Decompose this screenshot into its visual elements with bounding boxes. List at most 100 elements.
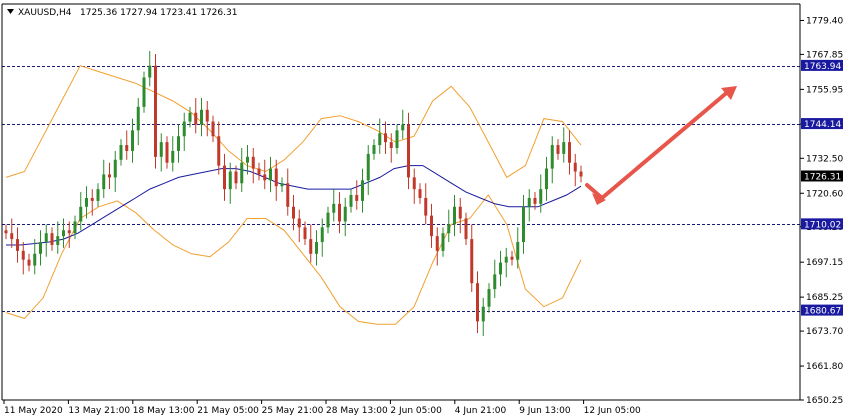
- candle-body: [102, 174, 106, 190]
- candle-body: [579, 171, 583, 177]
- candle-body: [539, 189, 543, 204]
- candle-body: [573, 162, 577, 172]
- price-tick-label: 1767.85: [806, 50, 843, 60]
- candle-body: [384, 133, 387, 143]
- candle-body: [355, 195, 359, 201]
- candle-body: [136, 106, 140, 131]
- candle-body: [297, 218, 301, 228]
- candle-body: [441, 233, 445, 251]
- candle-body: [33, 253, 37, 266]
- candle-body: [223, 165, 226, 190]
- candle-body: [464, 218, 468, 240]
- candle-body: [286, 183, 290, 207]
- candle-body: [142, 77, 146, 107]
- candle-body: [188, 112, 192, 122]
- candle-body: [62, 230, 65, 237]
- candle-body: [200, 109, 203, 125]
- level-price-label: 1680.67: [804, 307, 841, 317]
- candle-body: [372, 145, 376, 154]
- level-price-label: 1744.14: [804, 120, 841, 130]
- candle-body: [568, 142, 571, 163]
- candle-body: [424, 197, 428, 216]
- candle-body: [274, 168, 278, 187]
- candle-body: [510, 256, 514, 260]
- candle-body: [545, 168, 548, 190]
- candle-body: [44, 233, 48, 243]
- candle-body: [4, 230, 8, 234]
- candle-body: [349, 195, 353, 207]
- candle-body: [395, 130, 399, 148]
- candle-body: [182, 121, 186, 137]
- candle-body: [228, 171, 232, 190]
- level-price-label: 1763.94: [804, 62, 841, 72]
- candle-body: [257, 168, 261, 175]
- candle-body: [516, 242, 520, 260]
- time-tick-label: 28 May 13:00: [326, 406, 388, 416]
- candle-body: [401, 124, 405, 131]
- time-tick-label: 13 May 21:00: [68, 406, 130, 416]
- candle-body: [326, 212, 330, 228]
- candle-body: [550, 145, 554, 169]
- candle-body: [159, 142, 163, 157]
- price-tick-label: 1779.40: [806, 16, 843, 26]
- candle-body: [412, 177, 416, 190]
- candle-body: [487, 289, 491, 307]
- candle-body: [113, 159, 117, 178]
- candle-body: [389, 142, 393, 148]
- price-tick-label: 1720.60: [806, 189, 843, 199]
- candle-body: [16, 239, 19, 251]
- time-tick-label: 21 May 05:00: [197, 406, 259, 416]
- candle-body: [67, 230, 71, 234]
- ohlc-values: 1725.36 1727.94 1723.41 1726.31: [80, 8, 237, 18]
- candle-body: [476, 283, 479, 322]
- candle-body: [263, 174, 267, 181]
- candle-body: [292, 206, 295, 219]
- time-tick-label: 4 Jun 21:00: [455, 406, 507, 416]
- candle-body: [205, 109, 209, 122]
- candle-body: [280, 183, 284, 187]
- candle-body: [493, 274, 497, 290]
- candle-body: [269, 168, 272, 181]
- candle-body: [211, 121, 215, 137]
- candle-body: [148, 65, 152, 78]
- candle-body: [320, 227, 324, 243]
- candle-body: [453, 206, 456, 225]
- candle-body: [73, 221, 77, 234]
- candle-body: [366, 153, 370, 181]
- candle-body: [332, 203, 336, 213]
- price-tick-label: 1650.25: [806, 396, 843, 406]
- candle-body: [39, 242, 42, 254]
- chart-header: XAUUSD,H4 1725.36 1727.94 1723.41 1726.3…: [7, 8, 237, 18]
- candle-body: [85, 197, 88, 207]
- candle-body: [154, 65, 157, 157]
- level-price-label: 1710.02: [804, 220, 841, 230]
- candle-body: [27, 259, 31, 266]
- candle-body: [378, 133, 382, 146]
- price-tick-label: 1755.95: [806, 85, 843, 95]
- candle-body: [418, 189, 422, 198]
- candle-body: [240, 162, 244, 184]
- time-tick-label: 18 May 13:00: [133, 406, 195, 416]
- price-chart[interactable]: 1779.40 1767.85 1755.95 1744.14 1732.50 1720.…: [0, 0, 846, 419]
- candle-body: [10, 233, 14, 240]
- candle-body: [527, 197, 531, 207]
- candle-body: [131, 130, 134, 151]
- candle-body: [435, 236, 439, 251]
- price-tick-label: 1673.70: [806, 327, 843, 337]
- candle-body: [56, 236, 60, 245]
- candle-body: [21, 250, 25, 260]
- time-tick-label: 2 Jun 05:00: [390, 406, 442, 416]
- candle-body: [407, 124, 410, 178]
- candle-body: [50, 233, 54, 245]
- candle-body: [108, 174, 111, 178]
- candle-body: [361, 180, 364, 201]
- time-tick-label: 9 Jun 13:00: [519, 406, 571, 416]
- candle-body: [217, 136, 221, 166]
- candle-body: [556, 145, 560, 154]
- candle-body: [234, 171, 238, 184]
- candle-body: [315, 242, 318, 254]
- candle-body: [125, 145, 129, 151]
- current-price-label: 1726.31: [804, 172, 841, 182]
- time-tick-label: 11 May 2020: [4, 406, 63, 416]
- candle-body: [562, 142, 566, 154]
